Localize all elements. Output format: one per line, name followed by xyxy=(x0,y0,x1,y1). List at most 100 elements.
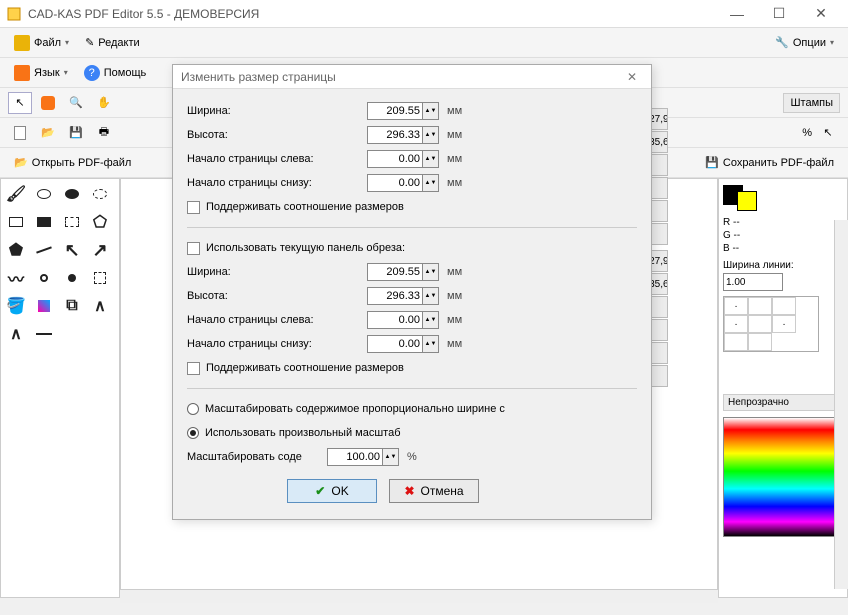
close-button[interactable]: ✕ xyxy=(800,2,842,26)
rect-dash-icon xyxy=(65,217,79,227)
scale-proportional-radio[interactable] xyxy=(187,403,199,415)
polygon-fill-tool[interactable]: ⬟ xyxy=(5,239,27,261)
cancel-button[interactable]: ✖Отмена xyxy=(389,479,479,503)
pointer-button[interactable]: ↖ xyxy=(816,122,840,144)
marker-dot[interactable]: · xyxy=(772,315,796,333)
left2-spin[interactable]: ▲▼ xyxy=(423,311,439,329)
save-pdf-button[interactable]: 💾Сохранить PDF-файл xyxy=(699,154,840,171)
vertical-scrollbar[interactable] xyxy=(834,220,848,589)
color-gradient[interactable] xyxy=(723,417,843,537)
tool-crop[interactable] xyxy=(36,92,60,114)
keep-aspect2-checkbox[interactable] xyxy=(187,362,200,375)
clone-tool[interactable]: ⧉ xyxy=(61,295,83,317)
marquee-tool[interactable] xyxy=(89,267,111,289)
ellipse-tool[interactable] xyxy=(33,183,55,205)
rect-tool[interactable] xyxy=(5,211,27,233)
keep-aspect-checkbox[interactable] xyxy=(187,201,200,214)
dialog-close-button[interactable]: ✕ xyxy=(621,70,643,84)
horizontal-scrollbar[interactable] xyxy=(120,589,718,603)
open-file-button[interactable]: 📂 xyxy=(36,122,60,144)
bottom-spin[interactable]: ▲▼ xyxy=(423,174,439,192)
rect-dash-tool[interactable] xyxy=(61,211,83,233)
polygon-icon: ⬠ xyxy=(93,212,107,232)
tool-zoom[interactable]: 🔍 xyxy=(64,92,88,114)
bottom-margin-input[interactable] xyxy=(367,174,423,192)
left-spin[interactable]: ▲▼ xyxy=(423,150,439,168)
width2-input[interactable] xyxy=(367,263,423,281)
rect-fill-tool[interactable] xyxy=(33,211,55,233)
brush-tool[interactable]: 🖌 xyxy=(5,183,27,205)
tool-hand[interactable]: ✋ xyxy=(92,92,116,114)
scale-content-input[interactable] xyxy=(327,448,383,466)
wave2-tool[interactable]: ∧ xyxy=(5,323,27,345)
minimize-button[interactable]: ― xyxy=(716,2,758,26)
color-icon xyxy=(38,300,50,312)
tool-select[interactable]: ↖ xyxy=(8,92,32,114)
use-cropbox-checkbox[interactable] xyxy=(187,242,200,255)
use-cropbox-label: Использовать текущую панель обреза: xyxy=(206,242,405,254)
width2-spin[interactable]: ▲▼ xyxy=(423,263,439,281)
paint-tool[interactable]: 🪣 xyxy=(5,295,27,317)
unit-mm: мм xyxy=(447,153,462,165)
marker-cell[interactable] xyxy=(748,333,772,351)
brush-icon: 🖌 xyxy=(6,184,26,204)
menu-options[interactable]: 🔧Опции▾ xyxy=(769,34,840,51)
swatch-yellow[interactable] xyxy=(737,191,757,211)
height-spin[interactable]: ▲▼ xyxy=(423,126,439,144)
height2-spin[interactable]: ▲▼ xyxy=(423,287,439,305)
scale-free-radio[interactable] xyxy=(187,427,199,439)
marker-cell[interactable] xyxy=(724,333,748,351)
marker-cell[interactable] xyxy=(772,297,796,315)
bottom2-spin[interactable]: ▲▼ xyxy=(423,335,439,353)
crop-icon xyxy=(41,96,55,110)
marker-dot[interactable]: · xyxy=(724,297,748,315)
hline-tool[interactable] xyxy=(33,323,55,345)
menu-help[interactable]: ?Помощь xyxy=(78,63,153,83)
wave-tool[interactable]: ∧ xyxy=(89,295,111,317)
print-button[interactable]: 🖶 xyxy=(92,122,116,144)
menu-file[interactable]: Файл▾ xyxy=(8,33,75,53)
rgb-b: B -- xyxy=(723,243,843,254)
line-tool[interactable] xyxy=(33,239,55,261)
bottom2-input[interactable] xyxy=(367,335,423,353)
curve-icon: 〰 xyxy=(8,266,24,290)
circle-tool[interactable] xyxy=(33,267,55,289)
line-width-input[interactable] xyxy=(723,273,783,291)
app-icon xyxy=(6,6,22,22)
scale-content-spin[interactable]: ▲▼ xyxy=(383,448,399,466)
arrow-right-tool[interactable]: ↗ xyxy=(89,239,111,261)
color-tool[interactable] xyxy=(33,295,55,317)
marker-dot[interactable]: · xyxy=(724,315,748,333)
new-file-button[interactable] xyxy=(8,122,32,144)
paint-icon: 🪣 xyxy=(6,296,26,316)
height-label: Высота: xyxy=(187,129,367,141)
curve-tool[interactable]: 〰 xyxy=(5,267,27,289)
left2-input[interactable] xyxy=(367,311,423,329)
shape-toolbox: 🖌 ⬠ ⬟ ↖ ↗ 〰 🪣 ⧉ ∧ ∧ xyxy=(0,178,120,598)
new-icon xyxy=(14,126,26,140)
maximize-button[interactable]: ☐ xyxy=(758,2,800,26)
lang-icon xyxy=(14,65,30,81)
height-input[interactable] xyxy=(367,126,423,144)
rgb-r: R -- xyxy=(723,217,843,228)
tab-stamps[interactable]: Штампы xyxy=(783,93,840,113)
menu-lang[interactable]: Язык▾ xyxy=(8,63,74,83)
ellipse-dash-tool[interactable] xyxy=(89,183,111,205)
arrow-left-tool[interactable]: ↖ xyxy=(61,239,83,261)
marquee-icon xyxy=(94,272,106,284)
polygon-fill-icon: ⬟ xyxy=(9,240,23,260)
marker-cell[interactable] xyxy=(748,297,772,315)
ok-button[interactable]: ✔OK xyxy=(287,479,377,503)
dot-tool[interactable] xyxy=(61,267,83,289)
marker-cell[interactable] xyxy=(748,315,772,333)
width-spin[interactable]: ▲▼ xyxy=(423,102,439,120)
left-margin-input[interactable] xyxy=(367,150,423,168)
save-file-button[interactable]: 💾 xyxy=(64,122,88,144)
width-input[interactable] xyxy=(367,102,423,120)
polygon-tool[interactable]: ⬠ xyxy=(89,211,111,233)
height2-input[interactable] xyxy=(367,287,423,305)
page-size-dialog: Изменить размер страницы ✕ Ширина:▲▼мм В… xyxy=(172,64,652,520)
open-pdf-button[interactable]: 📂Открыть PDF-файл xyxy=(8,154,137,171)
ellipse-fill-tool[interactable] xyxy=(61,183,83,205)
menu-edit[interactable]: ✎Редакти xyxy=(79,34,146,51)
